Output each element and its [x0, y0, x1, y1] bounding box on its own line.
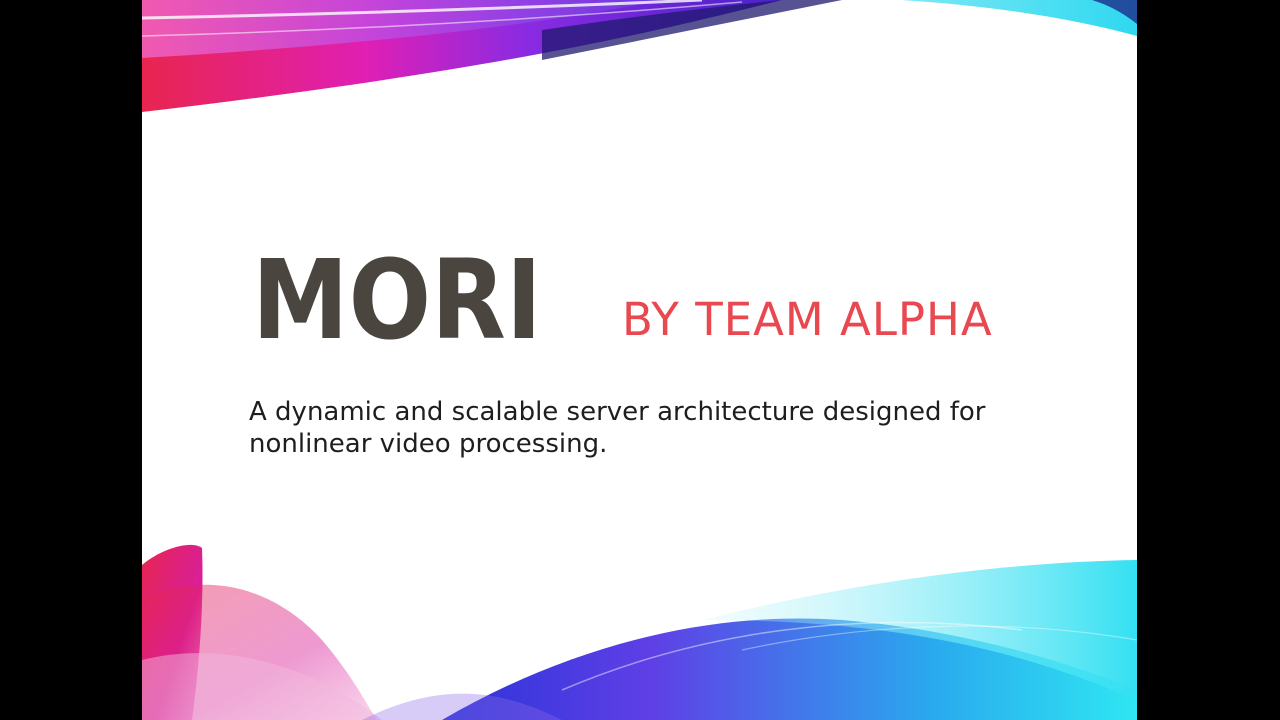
presentation-viewport: MORI BY TEAM ALPHA A dynamic and scalabl… — [0, 0, 1280, 720]
ribbon-decoration — [142, 0, 1137, 720]
subtitle: BY TEAM ALPHA — [622, 293, 993, 346]
title-slide: MORI BY TEAM ALPHA A dynamic and scalabl… — [142, 0, 1137, 720]
logo-text: MORI — [252, 252, 542, 340]
mori-logo: MORI — [252, 252, 542, 340]
tagline: A dynamic and scalable server architectu… — [249, 397, 986, 459]
